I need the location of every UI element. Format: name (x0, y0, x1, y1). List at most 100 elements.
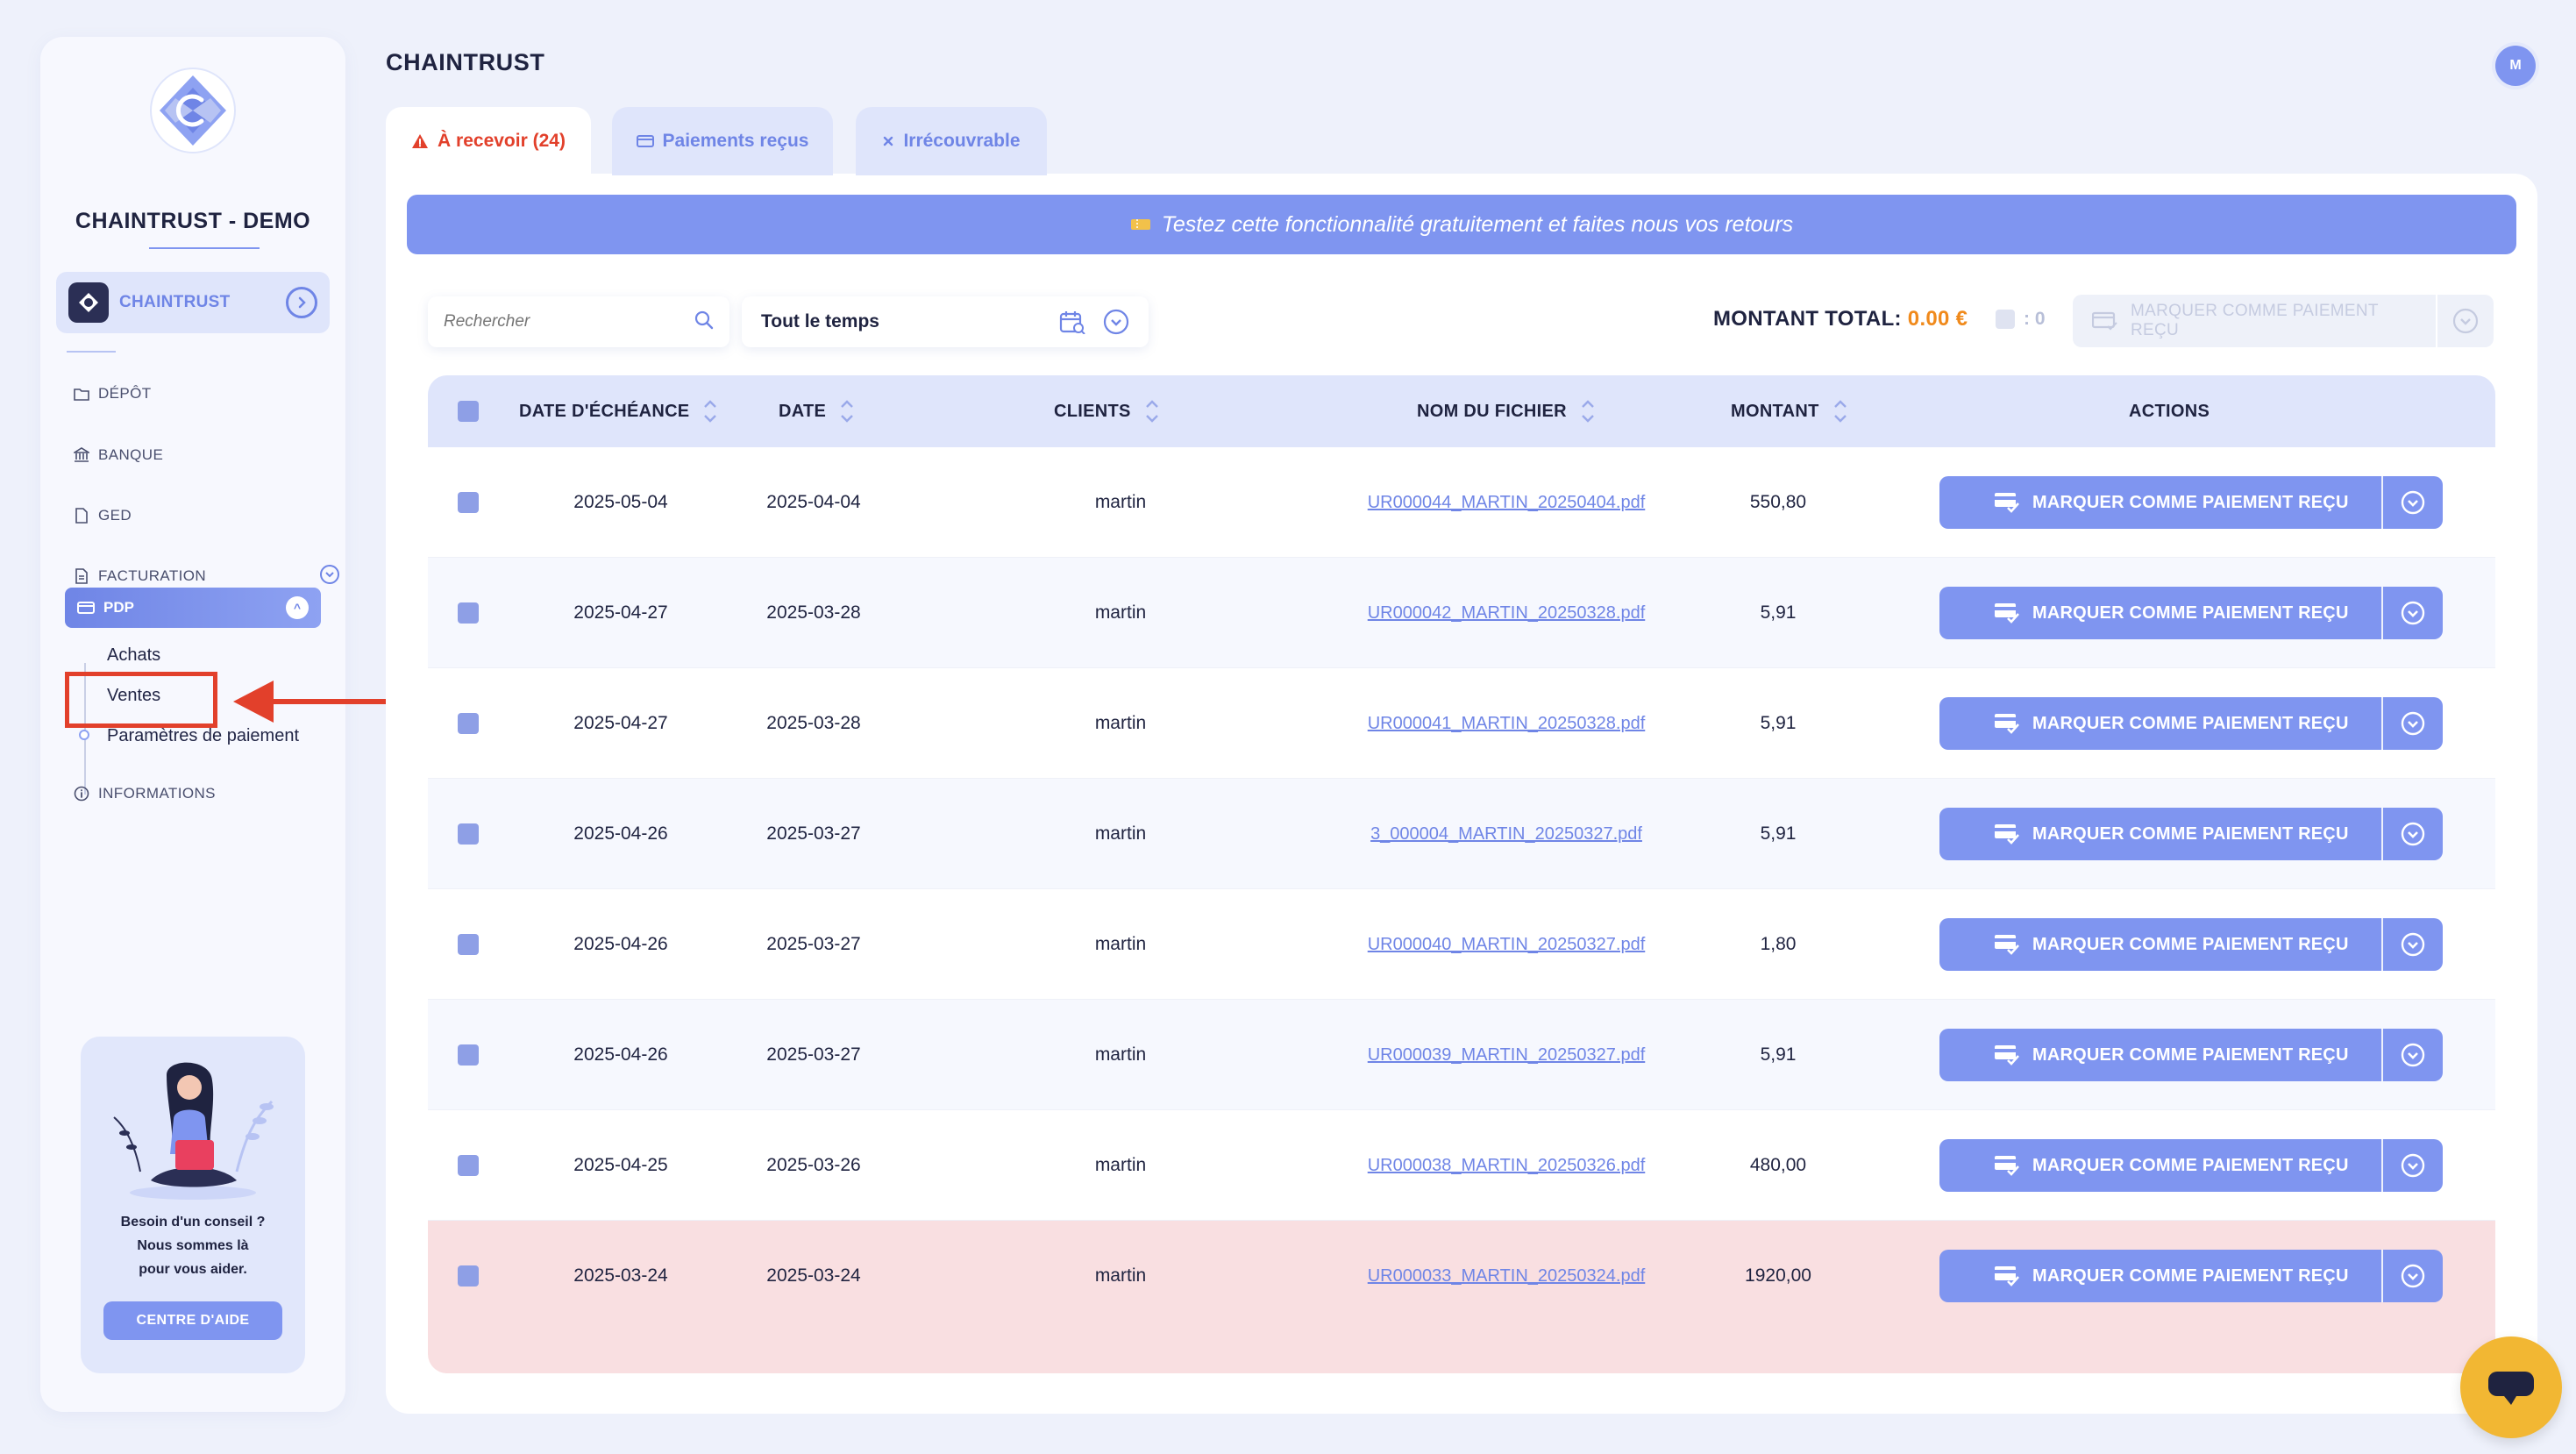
sort-icon[interactable] (703, 400, 717, 423)
file-link[interactable]: UR000039_MARTIN_20250327.pdf (1368, 1045, 1646, 1066)
select-all-checkbox[interactable] (458, 401, 479, 422)
column-header-date[interactable]: DATE (779, 375, 854, 447)
chevron-down-icon[interactable] (2381, 1139, 2443, 1192)
org-logo-icon (68, 282, 109, 323)
help-line: pour vous aider. (139, 1262, 247, 1277)
chevron-right-icon[interactable] (286, 287, 317, 318)
file-link[interactable]: UR000042_MARTIN_20250328.pdf (1368, 603, 1646, 624)
date-cell: 2025-03-28 (766, 713, 861, 733)
mark-paid-button-group[interactable]: MARQUER COMME PAIEMENT REÇU (1939, 476, 2443, 529)
mark-paid-button-group[interactable]: MARQUER COMME PAIEMENT REÇU (1939, 697, 2443, 750)
search-input[interactable] (444, 312, 694, 331)
search-box[interactable] (428, 296, 729, 347)
subnav-item-parametres-paiement[interactable]: Paramètres de paiement (107, 726, 299, 746)
row-checkbox[interactable] (458, 713, 479, 734)
row-checkbox[interactable] (458, 602, 479, 624)
chat-button[interactable] (2460, 1336, 2562, 1438)
column-header-due-date[interactable]: DATE D'ÉCHÉANCE (519, 375, 717, 447)
mark-paid-button[interactable]: MARQUER COMME PAIEMENT REÇU (1939, 587, 2381, 639)
mark-paid-button[interactable]: MARQUER COMME PAIEMENT REÇU (1939, 808, 2381, 860)
calendar-icon[interactable] (1059, 310, 1085, 334)
tab-a-recevoir[interactable]: À recevoir (24) (386, 107, 591, 175)
mark-paid-button[interactable]: MARQUER COMME PAIEMENT REÇU (1939, 918, 2381, 971)
chevron-down-icon[interactable] (1103, 309, 1129, 335)
mark-paid-button-group[interactable]: MARQUER COMME PAIEMENT REÇU (1939, 1139, 2443, 1192)
brand-logo[interactable] (149, 67, 237, 154)
sidebar-item-depot[interactable]: DÉPÔT (72, 384, 152, 403)
bulk-button-label: MARQUER COMME PAIEMENT REÇU (2131, 302, 2379, 339)
select-indicator (1996, 310, 2015, 329)
row-checkbox[interactable] (458, 934, 479, 955)
total-value: 0.00 € (1907, 307, 1968, 331)
mark-paid-button-group[interactable]: MARQUER COMME PAIEMENT REÇU (1939, 587, 2443, 639)
mark-paid-button[interactable]: MARQUER COMME PAIEMENT REÇU (1939, 476, 2381, 529)
tab-irrecouvrable[interactable]: Irrécouvrable (856, 107, 1047, 175)
client-cell: martin (1094, 713, 1147, 733)
mark-paid-label: MARQUER COMME PAIEMENT REÇU (2032, 934, 2349, 954)
chevron-down-icon[interactable] (2436, 295, 2494, 347)
row-checkbox[interactable] (458, 1155, 479, 1176)
mark-paid-button[interactable]: MARQUER COMME PAIEMENT REÇU (1939, 1029, 2381, 1081)
mark-paid-button[interactable]: MARQUER COMME PAIEMENT REÇU (1939, 1139, 2381, 1192)
chevron-down-icon[interactable] (2381, 918, 2443, 971)
file-link[interactable]: UR000040_MARTIN_20250327.pdf (1368, 935, 1646, 955)
row-checkbox[interactable] (458, 1265, 479, 1287)
org-switcher[interactable]: CHAINTRUST (56, 272, 330, 333)
column-header-clients[interactable]: CLIENTS (1054, 375, 1159, 447)
file-link[interactable]: UR000033_MARTIN_20250324.pdf (1368, 1266, 1646, 1287)
chevron-down-icon[interactable] (2381, 697, 2443, 750)
mark-paid-button-group[interactable]: MARQUER COMME PAIEMENT REÇU (1939, 808, 2443, 860)
search-icon[interactable] (694, 310, 714, 334)
bulk-mark-paid-button[interactable]: MARQUER COMME PAIEMENT REÇU (2073, 295, 2494, 347)
file-link[interactable]: UR000044_MARTIN_20250404.pdf (1368, 493, 1646, 513)
mark-paid-button[interactable]: MARQUER COMME PAIEMENT REÇU (1939, 697, 2381, 750)
sort-icon[interactable] (1581, 400, 1595, 423)
mark-paid-button-group[interactable]: MARQUER COMME PAIEMENT REÇU (1939, 1029, 2443, 1081)
bulk-mark-paid-main[interactable]: MARQUER COMME PAIEMENT REÇU (2073, 295, 2436, 347)
chevron-down-icon[interactable] (2381, 587, 2443, 639)
column-header-filename[interactable]: NOM DU FICHIER (1417, 375, 1595, 447)
chevron-up-icon[interactable]: ^ (286, 596, 309, 619)
help-illustration (113, 1062, 274, 1200)
chevron-down-icon[interactable] (2381, 1029, 2443, 1081)
sort-icon[interactable] (1145, 400, 1159, 423)
help-center-button[interactable]: CENTRE D'AIDE (103, 1301, 282, 1340)
sidebar-item-informations[interactable]: INFORMATIONS (72, 784, 216, 803)
tab-label: Paiements reçus (662, 131, 809, 151)
amount-cell: 1920,00 (1745, 1265, 1811, 1286)
sidebar-item-ged[interactable]: GED (72, 506, 132, 525)
tab-paiements-recus[interactable]: Paiements reçus (612, 107, 833, 175)
sort-icon[interactable] (1833, 400, 1847, 423)
chevron-down-icon[interactable] (2381, 808, 2443, 860)
column-header-amount[interactable]: MONTANT (1731, 375, 1847, 447)
file-link[interactable]: UR000038_MARTIN_20250326.pdf (1368, 1156, 1646, 1176)
row-checkbox[interactable] (458, 1044, 479, 1066)
chevron-down-icon[interactable] (2381, 476, 2443, 529)
chevron-down-icon[interactable] (2381, 1250, 2443, 1302)
table-row: 2025-04-26 2025-03-27 martin 3_000004_MA… (428, 779, 2495, 889)
card-check-icon (1994, 932, 2020, 960)
period-select[interactable]: Tout le temps (742, 296, 1149, 347)
sort-icon[interactable] (840, 400, 854, 423)
sidebar-item-facturation[interactable]: FACTURATION (72, 564, 339, 586)
table-body: 2025-05-04 2025-04-04 martin UR000044_MA… (428, 447, 2495, 1373)
sidebar-item-pdp[interactable]: PDP ^ (65, 588, 321, 628)
sidebar-item-banque[interactable]: BANQUE (72, 445, 163, 465)
file-link[interactable]: 3_000004_MARTIN_20250327.pdf (1370, 824, 1642, 845)
tab-label: À recevoir (24) (438, 131, 566, 151)
mark-paid-label: MARQUER COMME PAIEMENT REÇU (2032, 492, 2349, 512)
avatar[interactable]: M (2495, 46, 2536, 86)
row-checkbox[interactable] (458, 823, 479, 845)
due-date-cell: 2025-03-24 (573, 1265, 668, 1286)
mark-paid-button-group[interactable]: MARQUER COMME PAIEMENT REÇU (1939, 918, 2443, 971)
card-check-icon (1994, 1264, 2020, 1292)
feedback-banner: Testez cette fonctionnalité gratuitement… (407, 195, 2516, 254)
amount-cell: 5,91 (1760, 823, 1797, 844)
file-link[interactable]: UR000041_MARTIN_20250328.pdf (1368, 714, 1646, 734)
subnav-item-achats[interactable]: Achats (107, 645, 160, 666)
mark-paid-button[interactable]: MARQUER COMME PAIEMENT REÇU (1939, 1250, 2381, 1302)
row-checkbox[interactable] (458, 492, 479, 513)
mark-paid-button-group[interactable]: MARQUER COMME PAIEMENT REÇU (1939, 1250, 2443, 1302)
chevron-down-icon[interactable] (319, 564, 340, 589)
client-cell: martin (1094, 1265, 1147, 1286)
